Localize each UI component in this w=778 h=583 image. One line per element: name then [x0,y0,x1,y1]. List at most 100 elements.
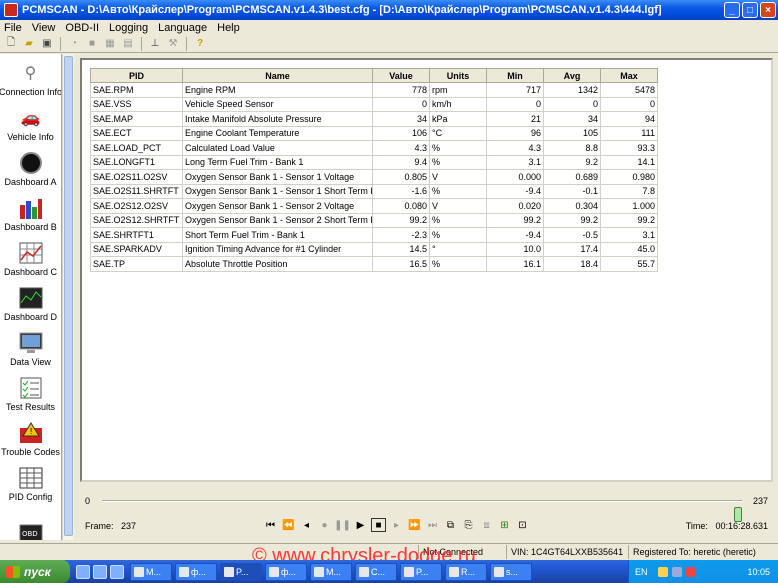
table-row[interactable]: SAE.ECT Engine Coolant Temperature 106 °C 96… [90,125,658,141]
gauge-icon[interactable]: ◔ [66,36,82,51]
pause-icon[interactable]: ❚❚ [334,518,351,532]
column-header-value[interactable]: Value [372,68,430,83]
browser-icon[interactable] [93,564,107,579]
grid-icon[interactable]: ▦ [102,36,118,51]
settings-icon[interactable]: ⊡ [515,518,530,532]
tray-icon[interactable] [685,566,696,577]
sidebar-item-dashboard-a[interactable]: Dashboard A [0,144,61,189]
table-row[interactable]: SAE.MAP Intake Manifold Absolute Pressure… [90,111,658,127]
column-header-avg[interactable]: Avg [543,68,601,83]
table-row[interactable]: SAE.RPM Engine RPM 778 rpm 717 1342 5478 [90,82,658,98]
menu-language[interactable]: Language [158,22,207,34]
sidebar-item-vehicle-info[interactable]: 🚗 Vehicle Info [0,99,61,144]
menu-help[interactable]: Help [217,22,240,34]
cell-units: kPa [429,111,487,127]
menu-view[interactable]: View [32,22,56,34]
step-back-icon[interactable]: ◂ [299,518,314,532]
help-icon[interactable]: ? [192,36,208,51]
time-label: Time: [685,521,708,531]
cell-value: 34 [372,111,430,127]
sidebar-item-obd[interactable]: OBD [0,504,61,540]
step-forward-icon[interactable]: ▸ [389,518,404,532]
sidebar-item-dashboard-b[interactable]: Dashboard B [0,189,61,234]
cell-min: 0.000 [486,169,544,185]
car-icon[interactable]: ⚒ [165,36,181,51]
play-icon[interactable]: ▶ [353,518,368,532]
slider-thumb[interactable] [734,507,742,522]
taskbar-window-button[interactable]: R... [445,562,487,581]
tray-icon[interactable] [671,566,682,577]
stop-icon[interactable]: ■ [371,518,386,532]
cell-name: Intake Manifold Absolute Pressure [182,111,373,127]
menu-obd2[interactable]: OBD-II [65,22,99,34]
column-header-units[interactable]: Units [429,68,487,83]
fast-forward-icon[interactable]: ⏩ [407,518,422,532]
skip-to-start-icon[interactable]: ⏮ [263,518,278,532]
taskbar-window-button[interactable]: s... [490,562,532,581]
menu-file[interactable]: File [4,22,22,34]
taskbar-window-button[interactable]: M... [310,562,352,581]
export-icon[interactable]: ⊞ [497,518,512,532]
sidebar-scrollbar[interactable] [62,54,74,540]
table-row[interactable]: SAE.TP Absolute Throttle Position 16.5% 16.… [90,256,658,272]
delete-icon[interactable]: ⧈ [479,518,494,532]
stop-icon[interactable]: ■ [84,36,100,51]
table-row[interactable]: SAE.O2S11.O2SV Oxygen Sensor Bank 1 - Sen… [90,169,658,185]
sidebar-item-label: Trouble Codes [1,447,60,457]
column-header-min[interactable]: Min [486,68,544,83]
sidebar-item-dashboard-c[interactable]: Dashboard C [0,234,61,279]
close-button[interactable]: × [760,2,776,18]
table-row[interactable]: SAE.SHRTFT1 Short Term Fuel Trim - Bank 1… [90,227,658,243]
sidebar-item-pid-config[interactable]: PID Config [0,459,61,504]
start-button[interactable]: пуск [0,560,70,583]
cell-max: 111 [600,125,658,141]
table-row[interactable]: SAE.LOAD_PCT Calculated Load Value 4.3% 4.3… [90,140,658,156]
table-row[interactable]: SAE.LONGFT1 Long Term Fuel Trim - Bank 19… [90,154,658,170]
cell-value: -2.3 [372,227,430,243]
minimize-button[interactable]: _ [724,2,740,18]
fast-rewind-icon[interactable]: ⏪ [281,518,296,532]
menu-bar: File View OBD-II Logging Language Help [0,20,778,35]
save-icon[interactable]: ▣ [39,36,55,51]
desktop-icon[interactable] [76,564,90,579]
sidebar-item-dashboard-d[interactable]: Dashboard D [0,279,61,324]
window-icon [314,566,324,577]
sidebar-item-test-results[interactable]: Test Results [0,369,61,414]
explorer-icon[interactable] [110,564,124,579]
table-row[interactable]: SAE.O2S11.SHRTFT Oxygen Sensor Bank 1 - S… [90,183,658,199]
taskbar-window-button[interactable]: P... [400,562,442,581]
sidebar-item-trouble-codes[interactable]: ! Trouble Codes [0,414,61,459]
open-icon[interactable]: ▰ [21,36,37,51]
sidebar-item-data-view[interactable]: Data View [0,324,61,369]
table-row[interactable]: SAE.VSS Vehicle Speed Sensor 0 km/h 0 0 0 [90,96,658,112]
taskbar-window-button[interactable]: ф... [175,562,217,581]
taskbar-window-button[interactable]: M... [130,562,172,581]
table-row[interactable]: SAE.O2S12.O2SV Oxygen Sensor Bank 1 - Sen… [90,198,658,214]
column-header-name[interactable]: Name [182,68,373,83]
table-row[interactable]: SAE.SPARKADV Ignition Timing Advance for … [90,241,658,257]
column-header-pid[interactable]: PID [90,68,183,83]
skip-to-end-icon[interactable]: ⏭ [425,518,440,532]
copy-icon[interactable]: ⧉ [443,518,458,532]
taskbar-window-button[interactable]: C... [355,562,397,581]
frame-slider[interactable] [102,500,742,522]
tray-icon[interactable] [657,566,668,577]
sidebar-item-connection-info[interactable]: ⚲ Connection Info [0,54,61,99]
table-icon[interactable]: ▤ [120,36,136,51]
language-indicator[interactable]: EN [635,567,648,577]
column-header-max[interactable]: Max [600,68,658,83]
cell-avg: 18.4 [543,256,601,272]
taskbar-window-button[interactable]: ф... [265,562,307,581]
taskbar-button-label: C... [371,566,386,577]
chart-icon[interactable]: ⊥ [147,36,163,51]
record-icon[interactable]: ● [317,518,332,532]
taskbar-window-button[interactable]: P... [220,562,262,581]
maximize-button[interactable]: □ [742,2,758,18]
menu-logging[interactable]: Logging [109,22,148,34]
new-icon[interactable]: 🗋 [3,36,19,51]
cell-pid: SAE.MAP [90,111,183,127]
scrollbar-thumb[interactable] [64,56,73,536]
start-label: пуск [24,564,51,579]
table-row[interactable]: SAE.O2S12.SHRTFT Oxygen Sensor Bank 1 - S… [90,212,658,228]
paste-icon[interactable]: ⎘ [461,518,476,532]
